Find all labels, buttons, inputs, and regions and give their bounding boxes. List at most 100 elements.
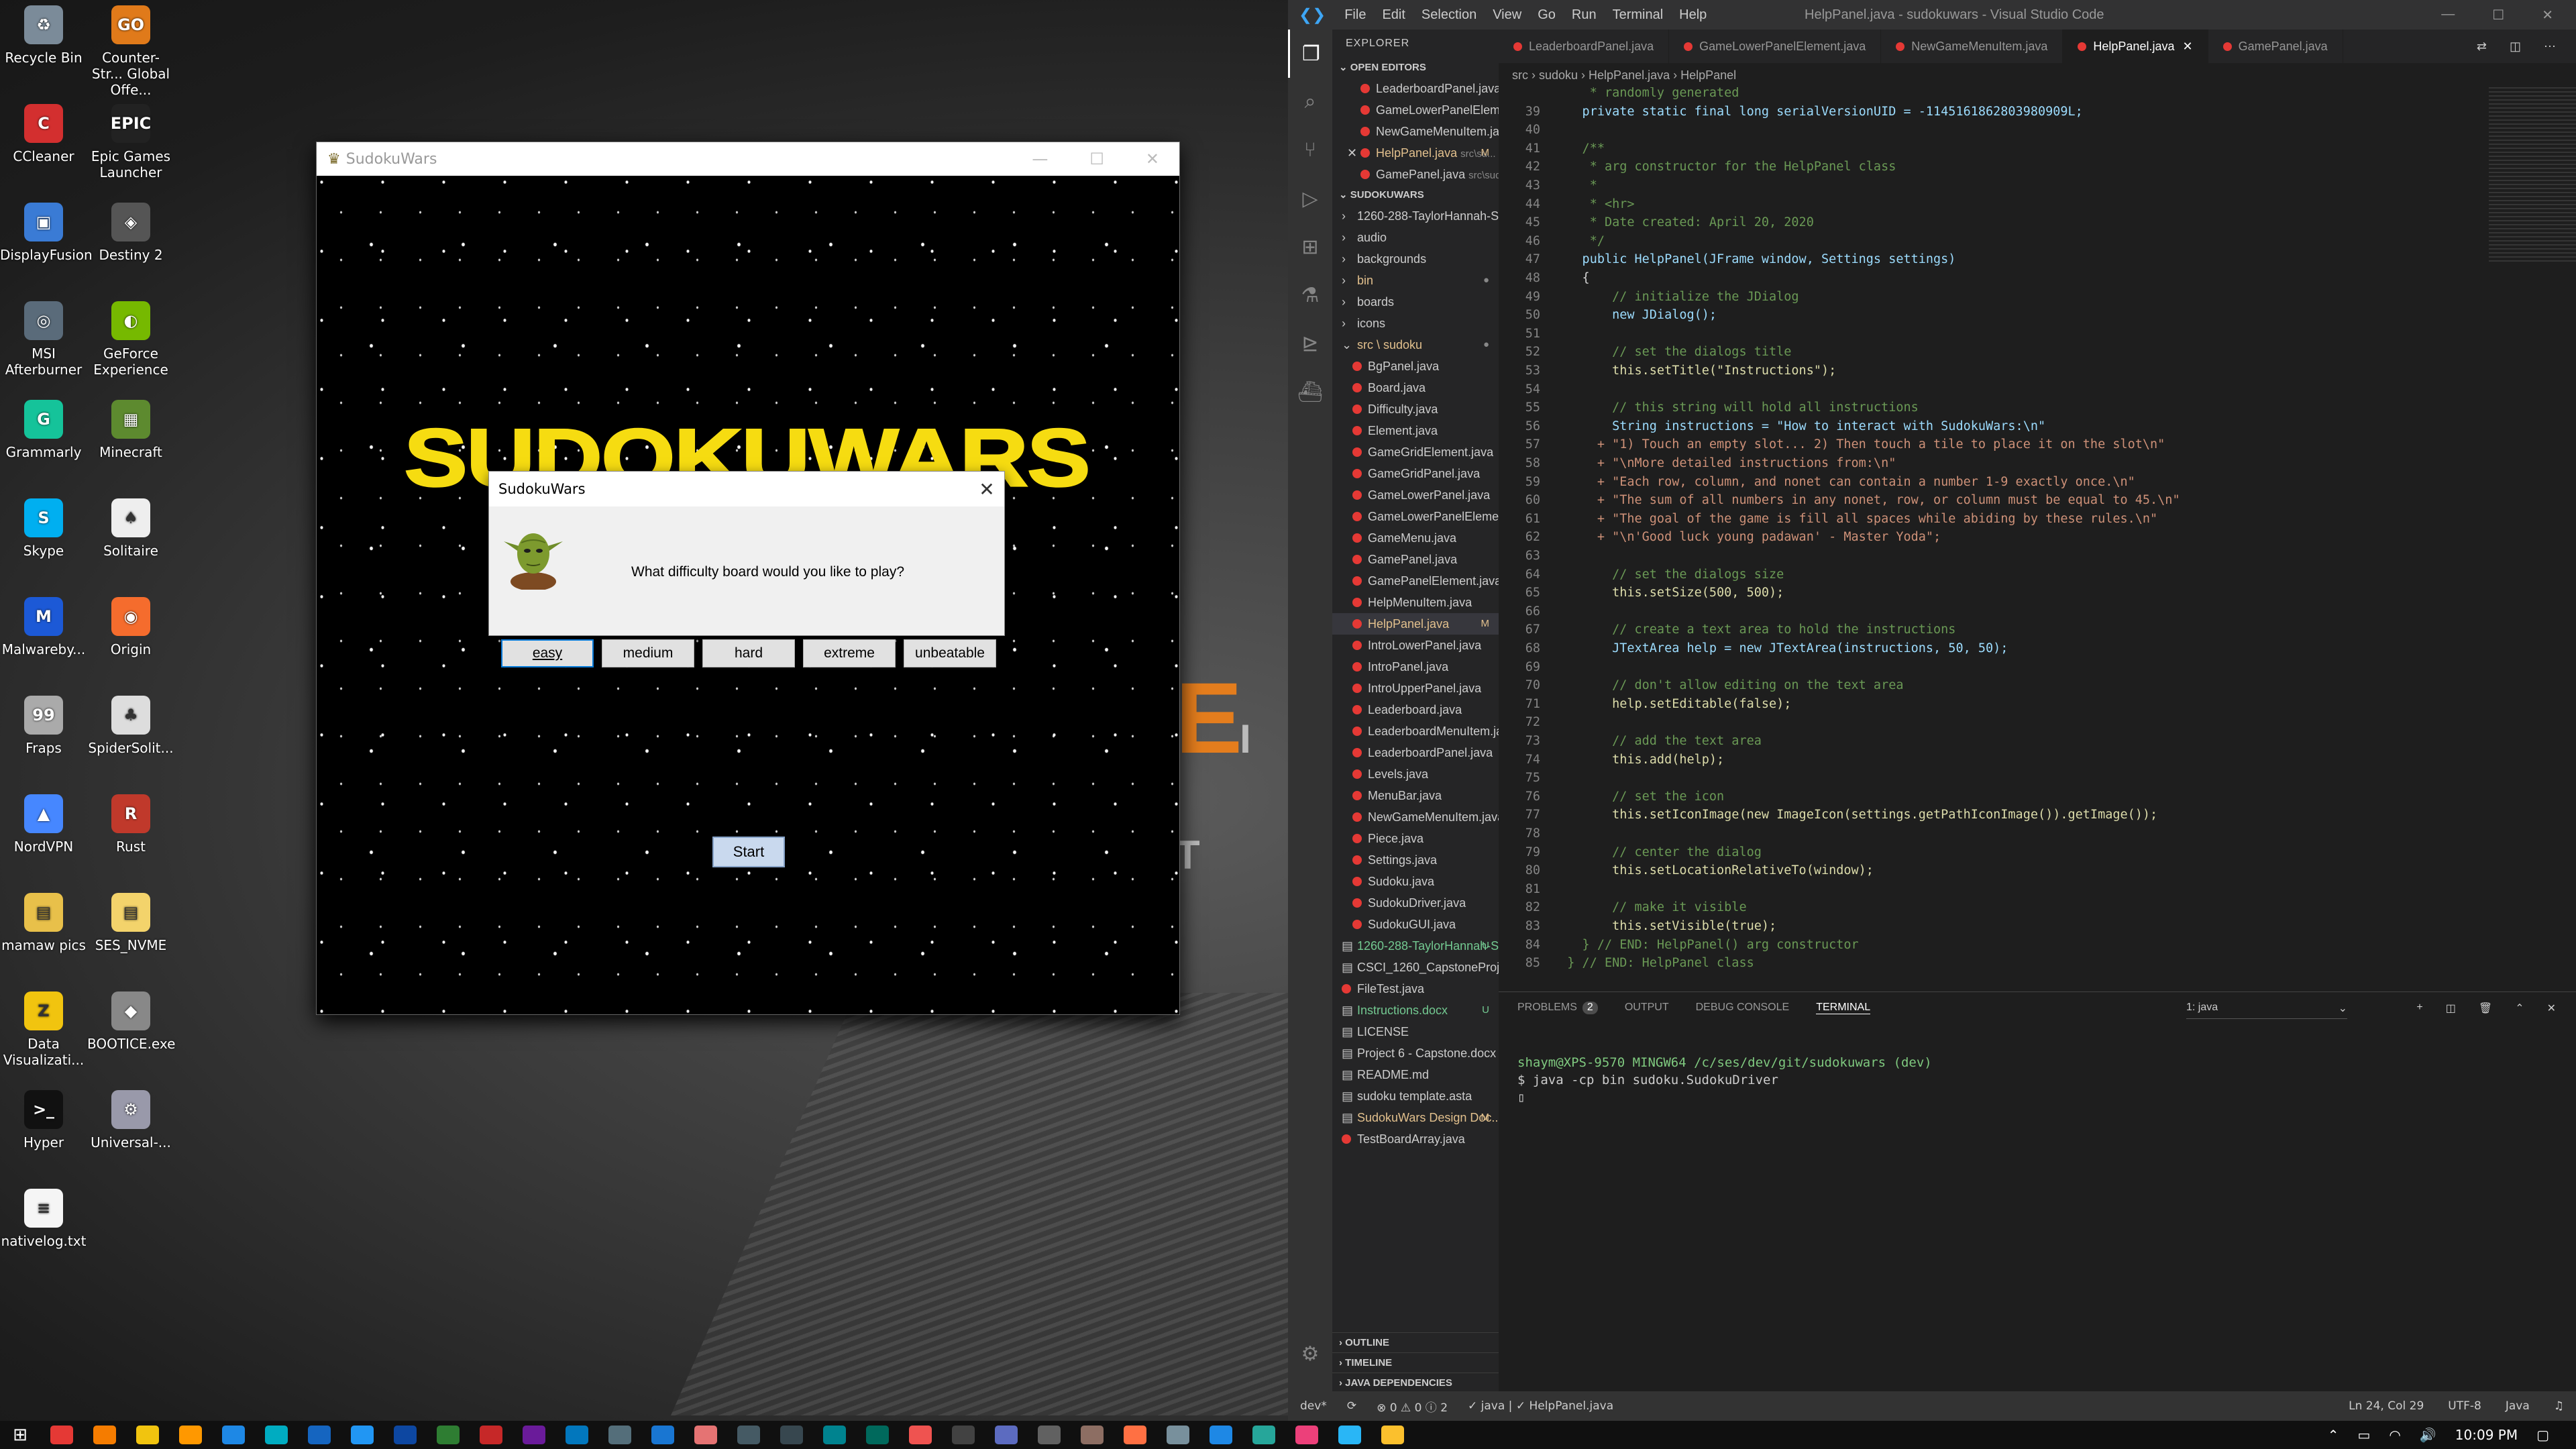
more-icon[interactable]: ⋯ — [2544, 40, 2556, 54]
taskbar-app-icon[interactable] — [1124, 1426, 1146, 1444]
desktop-icon-msi-afterburner[interactable]: ◎ MSI Afterburner — [0, 301, 87, 378]
explorer-icon[interactable]: ❐ — [1288, 30, 1332, 78]
tree-item-leaderboard-java[interactable]: Leaderboard.java — [1332, 699, 1499, 720]
tree-item-gamegridpanel-java[interactable]: GameGridPanel.java — [1332, 463, 1499, 484]
taskbar-app-icon[interactable] — [1210, 1426, 1232, 1444]
extensions-icon[interactable]: ⊞ — [1288, 223, 1332, 271]
tree-item-piece-java[interactable]: Piece.java — [1332, 828, 1499, 849]
desktop-icon-bootice-exe[interactable]: ◆ BOOTICE.exe — [87, 991, 175, 1052]
tree-item-intropanel-java[interactable]: IntroPanel.java — [1332, 656, 1499, 678]
menu-terminal[interactable]: Terminal — [1613, 7, 1664, 22]
menu-edit[interactable]: Edit — [1382, 7, 1405, 22]
menu-help[interactable]: Help — [1679, 7, 1707, 22]
tree-item-introupperpanel-java[interactable]: IntroUpperPanel.java — [1332, 678, 1499, 699]
taskbar-app-icon[interactable] — [866, 1426, 889, 1444]
tree-item-1260-288-taylorhannah-snyde[interactable]: ›1260-288-TaylorHannah-Snyde... — [1332, 205, 1499, 227]
taskbar-app-icon[interactable] — [394, 1426, 417, 1444]
taskbar-app-icon[interactable] — [995, 1426, 1018, 1444]
taskbar-app-icon[interactable] — [737, 1426, 760, 1444]
desktop-icon-malwareby[interactable]: M Malwareby... — [0, 597, 87, 657]
maximize-icon[interactable]: ☐ — [1089, 150, 1104, 168]
menu-go[interactable]: Go — [1538, 7, 1556, 22]
desktop-icon-hyper[interactable]: >_ Hyper — [0, 1090, 87, 1150]
open-editor-item[interactable]: LeaderboardPanel.java src\... — [1332, 78, 1499, 99]
sync-icon[interactable]: ⟳ — [1347, 1399, 1356, 1413]
problems-indicator[interactable]: ⊗ 0 ⚠ 0 ⓘ 2 — [1377, 1398, 1448, 1415]
notification-icon[interactable]: ▢ — [2536, 1427, 2549, 1443]
taskbar-app-icon[interactable] — [608, 1426, 631, 1444]
taskbar-app-icon[interactable] — [651, 1426, 674, 1444]
open-editor-item[interactable]: NewGameMenuItem.java src... — [1332, 121, 1499, 142]
minimize-icon[interactable]: — — [2441, 7, 2455, 23]
desktop-icon-counter-str-global-offe[interactable]: GO Counter-Str... Global Offe... — [87, 5, 174, 98]
dialog-titlebar[interactable]: SudokuWars ✕ — [489, 472, 1004, 506]
run-debug-icon[interactable]: ▷ — [1288, 174, 1332, 223]
notifications-icon[interactable]: ♫ — [2554, 1399, 2564, 1413]
taskbar-app-icon[interactable] — [351, 1426, 374, 1444]
tree-item-gamelowerpanel-java[interactable]: GameLowerPanel.java — [1332, 484, 1499, 506]
desktop-icon-nordvpn[interactable]: ▲ NordVPN — [0, 794, 87, 855]
difficulty-easy-button[interactable]: easy — [501, 639, 594, 667]
desktop-icon-spidersolit[interactable]: ♣ SpiderSolit... — [87, 696, 174, 756]
taskbar-app-icon[interactable] — [523, 1426, 545, 1444]
desktop-icon-universal[interactable]: ⚙ Universal-... — [87, 1090, 174, 1150]
taskbar-app-icon[interactable] — [694, 1426, 717, 1444]
testing-icon[interactable]: ⚗ — [1288, 271, 1332, 319]
tree-item-helpmenuitem-java[interactable]: HelpMenuItem.java — [1332, 592, 1499, 613]
taskbar-app-icon[interactable] — [1381, 1426, 1404, 1444]
tab-gamepanel-java[interactable]: GamePanel.java — [2208, 30, 2343, 63]
network-icon[interactable]: ◠ — [2389, 1427, 2400, 1443]
menu-view[interactable]: View — [1493, 7, 1521, 22]
remote-icon[interactable]: ⊵ — [1288, 319, 1332, 368]
tree-item-levels-java[interactable]: Levels.java — [1332, 763, 1499, 785]
maximize-panel-icon[interactable]: ⌃ — [2515, 1002, 2524, 1015]
tree-item-gamegridelement-java[interactable]: GameGridElement.java — [1332, 441, 1499, 463]
difficulty-extreme-button[interactable]: extreme — [803, 639, 896, 667]
desktop-icon-nativelog-txt[interactable]: ≡ nativelog.txt — [0, 1189, 87, 1249]
tree-item-sudokuwars-design-doc[interactable]: ▤ SudokuWars Design Doc... M — [1332, 1107, 1499, 1128]
code-editor[interactable]: * randomly generated 39 private static fi… — [1499, 87, 2576, 986]
open-changes-icon[interactable]: ⇄ — [2477, 40, 2487, 54]
desktop-icon-fraps[interactable]: 99 Fraps — [0, 696, 87, 756]
open-editor-item[interactable]: ✕ HelpPanel.java src\su... M — [1332, 142, 1499, 164]
tree-item-newgamemenuitem-java[interactable]: NewGameMenuItem.java — [1332, 806, 1499, 828]
windows-start-icon[interactable]: ⊞ — [0, 1425, 40, 1445]
desktop-icon-geforce-experience[interactable]: ◐ GeForce Experience — [87, 301, 174, 378]
maximize-icon[interactable]: ☐ — [2492, 7, 2504, 23]
difficulty-unbeatable-button[interactable]: unbeatable — [904, 639, 996, 667]
taskbar-app-icon[interactable] — [480, 1426, 502, 1444]
terminal-output[interactable]: shaym@XPS-9570 MINGW64 /c/ses/dev/git/su… — [1517, 1054, 1932, 1106]
tree-item-readme-md[interactable]: ▤ README.md — [1332, 1064, 1499, 1085]
new-terminal-icon[interactable]: + — [2416, 1002, 2422, 1015]
desktop-icon-ccleaner[interactable]: C CCleaner — [0, 104, 87, 164]
search-icon[interactable]: ⌕ — [1288, 78, 1332, 126]
panel-tab-problems[interactable]: PROBLEMS — [1517, 1002, 1577, 1014]
taskbar-app-icon[interactable] — [222, 1426, 245, 1444]
panel-tab-terminal[interactable]: TERMINAL — [1816, 1002, 1871, 1014]
split-editor-icon[interactable]: ◫ — [2510, 40, 2521, 54]
taskbar-app-icon[interactable] — [265, 1426, 288, 1444]
menu-selection[interactable]: Selection — [1421, 7, 1477, 22]
close-icon[interactable]: ✕ — [1347, 142, 1357, 164]
taskbar-app-icon[interactable] — [93, 1426, 116, 1444]
taskbar-app-icon[interactable] — [1252, 1426, 1275, 1444]
tree-item-leaderboardmenuitem-java[interactable]: LeaderboardMenuItem.java — [1332, 720, 1499, 742]
language-mode[interactable]: Java — [2506, 1399, 2530, 1413]
tab-newgamemenuitem-java[interactable]: NewGameMenuItem.java — [1881, 30, 2063, 63]
panel-tab-output[interactable]: OUTPUT — [1625, 1002, 1669, 1014]
desktop-icon-ses-nvme[interactable]: ▤ SES_NVME — [87, 893, 174, 953]
docker-icon[interactable]: ⛴ — [1288, 368, 1332, 416]
start-button[interactable]: Start — [712, 837, 785, 867]
minimap[interactable] — [2489, 87, 2576, 262]
taskbar-app-icon[interactable] — [50, 1426, 73, 1444]
tree-item-menubar-java[interactable]: MenuBar.java — [1332, 785, 1499, 806]
desktop-icon-displayfusion[interactable]: ▣ DisplayFusion — [0, 203, 93, 263]
desktop-icon-rust[interactable]: R Rust — [87, 794, 174, 855]
taskbar-app-icon[interactable] — [1038, 1426, 1061, 1444]
open-editor-item[interactable]: GameLowerPanelElement.j... — [1332, 99, 1499, 121]
tree-item-license[interactable]: ▤ LICENSE — [1332, 1021, 1499, 1042]
tree-item-sudoku-template-asta[interactable]: ▤ sudoku template.asta — [1332, 1085, 1499, 1107]
taskbar-app-icon[interactable] — [823, 1426, 846, 1444]
desktop-icon-mamaw-pics[interactable]: ▤ mamaw pics — [0, 893, 87, 953]
open-editor-item[interactable]: GamePanel.java src\sudoku — [1332, 164, 1499, 185]
